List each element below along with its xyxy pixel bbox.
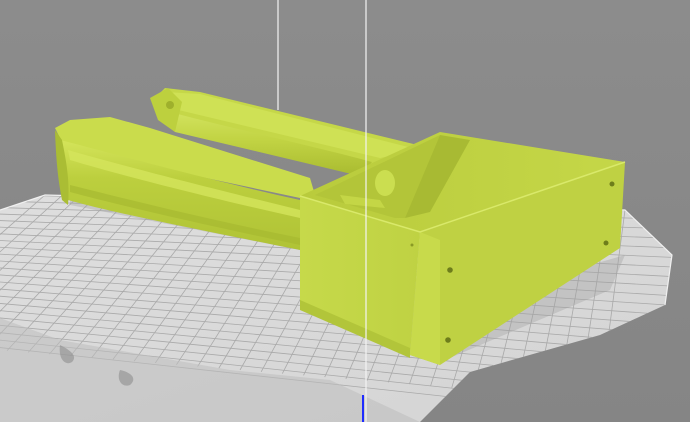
cylinder-end: [375, 170, 395, 196]
scene-canvas[interactable]: [0, 0, 690, 422]
3d-viewport[interactable]: [0, 0, 690, 422]
